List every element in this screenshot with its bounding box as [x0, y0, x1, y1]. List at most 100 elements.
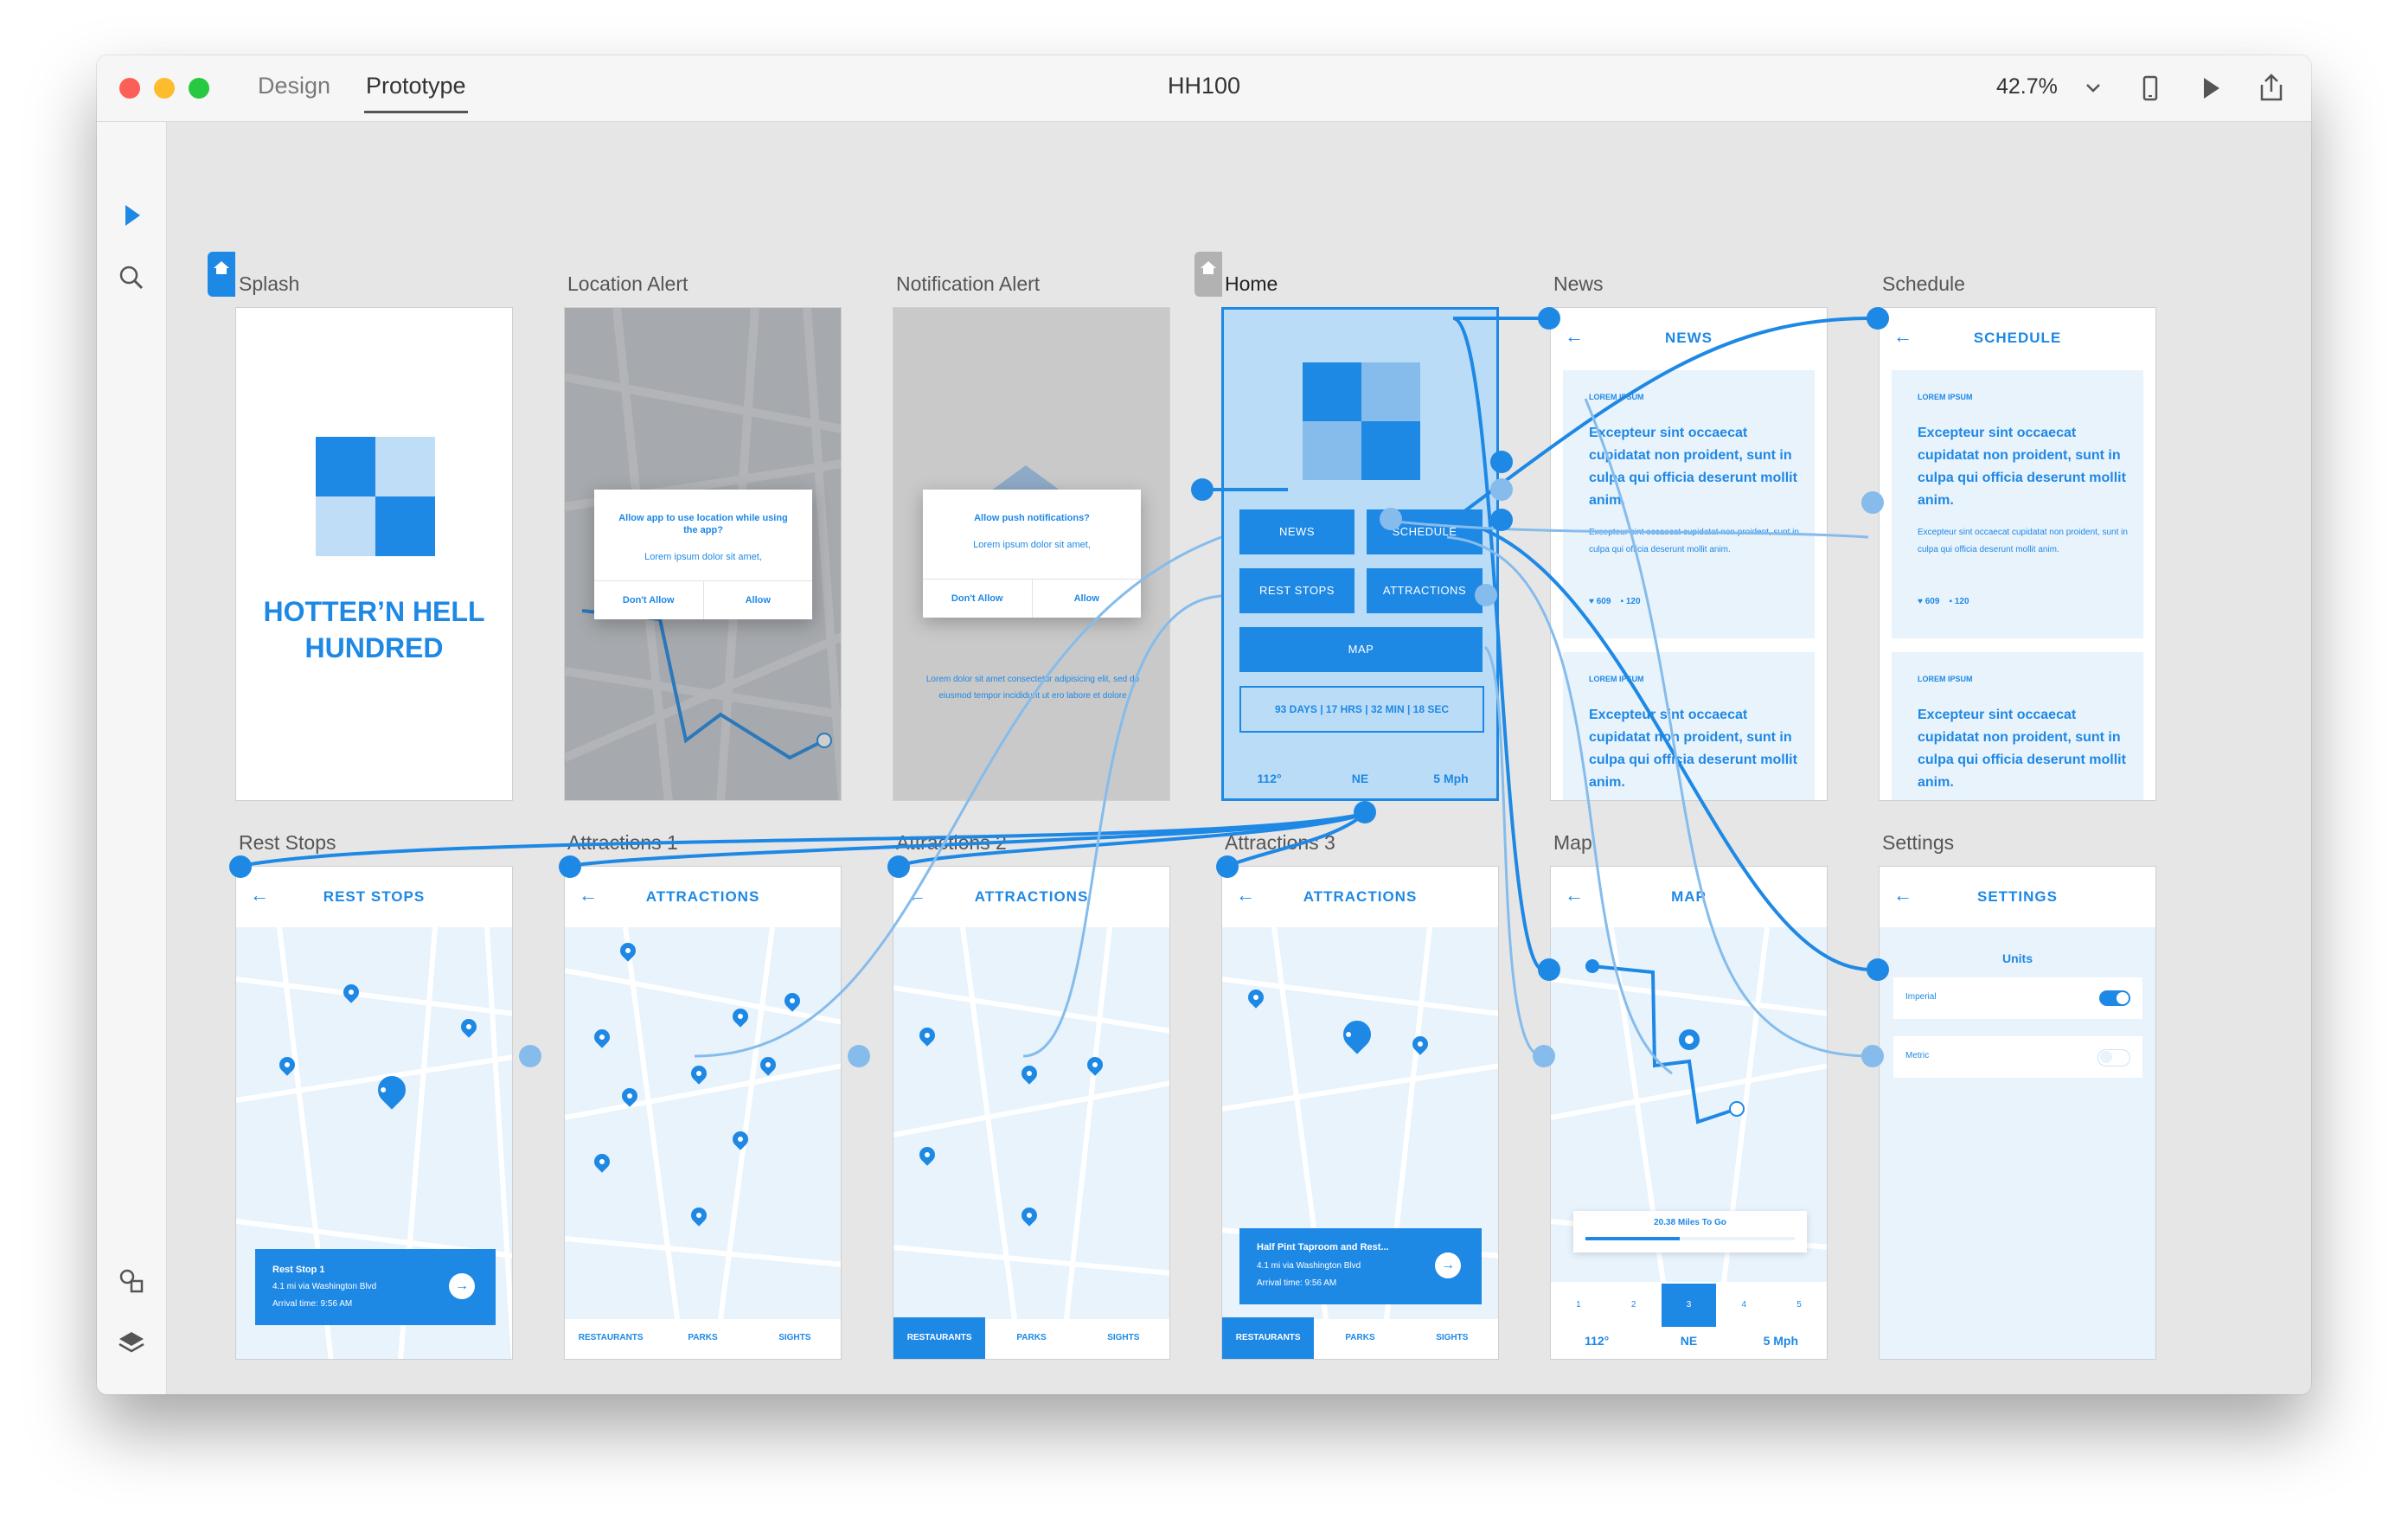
assets-icon[interactable]	[114, 1264, 149, 1298]
tab-parks[interactable]: PARKS	[1314, 1317, 1406, 1359]
artboard-label-location-alert[interactable]: Location Alert	[567, 272, 688, 296]
connection-handle[interactable]	[1490, 509, 1513, 531]
artboard-rest-stops[interactable]: ← REST STOPS Rest Stop 1 4.1 mi via Wash…	[235, 866, 513, 1360]
connection-handle[interactable]	[1490, 451, 1513, 473]
artboard-label-home[interactable]: Home	[1225, 272, 1278, 296]
artboard-label-attractions-2[interactable]: Attractions 2	[896, 831, 1007, 855]
share-icon[interactable]	[2254, 71, 2289, 106]
step-selector: 1 2 3 4 5	[1551, 1284, 1827, 1327]
chevron-down-icon[interactable]	[2076, 71, 2110, 106]
alert-body: Lorem ipsum dolor sit amet,	[973, 540, 1091, 550]
step-2[interactable]: 2	[1606, 1284, 1662, 1327]
connection-handle[interactable]	[1490, 478, 1513, 501]
connection-handle[interactable]	[887, 855, 910, 878]
artboard-label-map[interactable]: Map	[1553, 831, 1592, 855]
attractions-button[interactable]: ATTRACTIONS	[1367, 568, 1483, 613]
news-card[interactable]: LOREM IPSUM Excepteur sint occaecat cupi…	[1563, 652, 1815, 800]
artboard-label-rest-stops[interactable]: Rest Stops	[239, 831, 336, 855]
step-5[interactable]: 5	[1771, 1284, 1827, 1327]
metric-toggle[interactable]	[2097, 1049, 2130, 1067]
artboard-label-attractions-1[interactable]: Attractions 1	[567, 831, 678, 855]
setting-row-metric[interactable]: Metric	[1893, 1036, 2142, 1078]
news-card[interactable]: LOREM IPSUM Excepteur sint occaecat cupi…	[1563, 370, 1815, 638]
allow-button[interactable]: Allow	[1031, 580, 1142, 618]
rest-stops-button[interactable]: REST STOPS	[1239, 568, 1354, 613]
arrow-right-icon[interactable]: →	[1435, 1252, 1461, 1278]
connection-handle[interactable]	[559, 855, 581, 878]
map-view[interactable]	[565, 927, 841, 1319]
tab-sights[interactable]: SIGHTS	[749, 1317, 841, 1359]
tab-parks[interactable]: PARKS	[985, 1317, 1077, 1359]
dont-allow-button[interactable]: Don't Allow	[923, 580, 1032, 618]
allow-button[interactable]: Allow	[702, 581, 813, 619]
connection-handle[interactable]	[848, 1045, 870, 1067]
artboard-label-notification-alert[interactable]: Notification Alert	[896, 272, 1040, 296]
news-button[interactable]: NEWS	[1239, 509, 1354, 554]
card-headline: Excepteur sint occaecat cupidatat non pr…	[1589, 426, 1797, 508]
attraction-card[interactable]: Half Pint Taproom and Rest... 4.1 mi via…	[1239, 1228, 1482, 1304]
connection-handle[interactable]	[1380, 508, 1402, 530]
step-1[interactable]: 1	[1551, 1284, 1606, 1327]
play-icon[interactable]	[2193, 71, 2228, 106]
step-4[interactable]: 4	[1716, 1284, 1771, 1327]
step-3[interactable]: 3	[1661, 1284, 1717, 1327]
artboard-label-news[interactable]: News	[1553, 272, 1604, 296]
tab-sights[interactable]: SIGHTS	[1406, 1317, 1498, 1359]
design-canvas[interactable]: Splash Location Alert Notification Alert…	[167, 122, 2311, 1394]
tab-restaurants[interactable]: RESTAURANTS	[1222, 1317, 1315, 1359]
artboard-attractions-3[interactable]: ← ATTRACTIONS Half Pint Taproom and Rest…	[1221, 866, 1499, 1360]
artboard-label-schedule[interactable]: Schedule	[1882, 272, 1965, 296]
connection-handle[interactable]	[1216, 855, 1239, 878]
home-marker[interactable]	[208, 252, 235, 297]
rest-stop-card[interactable]: Rest Stop 1 4.1 mi via Washington Blvd A…	[255, 1249, 496, 1325]
map-button[interactable]: MAP	[1239, 627, 1483, 672]
tab-restaurants[interactable]: RESTAURANTS	[565, 1317, 656, 1359]
artboard-label-attractions-3[interactable]: Attractions 3	[1225, 831, 1335, 855]
connection-handle[interactable]	[1191, 478, 1214, 501]
tab-sights[interactable]: SIGHTS	[1078, 1317, 1169, 1359]
schedule-card[interactable]: LOREM IPSUM Excepteur sint occaecat cupi…	[1892, 652, 2143, 800]
search-icon[interactable]	[114, 260, 149, 295]
artboard-location-alert[interactable]: Allow app to use location while using th…	[564, 307, 842, 801]
dont-allow-button[interactable]: Don't Allow	[594, 581, 703, 619]
map-view[interactable]	[893, 927, 1169, 1319]
comment-icon[interactable]: ▪	[1621, 597, 1624, 606]
connection-handle[interactable]	[1861, 491, 1884, 514]
artboard-settings[interactable]: ← SETTINGS Units Imperial Metric	[1879, 866, 2156, 1360]
tab-restaurants[interactable]: RESTAURANTS	[893, 1317, 986, 1359]
artboard-splash[interactable]: HOTTER’N HELL HUNDRED	[235, 307, 513, 801]
card-body: Excepteur sint occaecat cupidatat non pr…	[1918, 528, 2128, 554]
pointer-arrow-icon[interactable]	[114, 198, 149, 233]
connection-handle[interactable]	[519, 1045, 541, 1067]
artboard-map[interactable]: ← MAP 20.38 Miles To Go 1 2 3 4 5 112° N…	[1550, 866, 1828, 1360]
heart-icon[interactable]: ♥	[1589, 597, 1594, 606]
home-marker[interactable]	[1194, 252, 1222, 297]
setting-row-imperial[interactable]: Imperial	[1893, 977, 2142, 1019]
connection-handle[interactable]	[1354, 801, 1376, 823]
connection-handle[interactable]	[1867, 958, 1889, 981]
artboard-label-settings[interactable]: Settings	[1882, 831, 1954, 855]
artboard-label-splash[interactable]: Splash	[239, 272, 299, 296]
imperial-toggle[interactable]	[2099, 990, 2130, 1006]
artboard-home[interactable]: NEWS SCHEDULE REST STOPS ATTRACTIONS MAP…	[1221, 307, 1499, 801]
zoom-level[interactable]: 42.7%	[1996, 74, 2058, 99]
tab-parks[interactable]: PARKS	[656, 1317, 748, 1359]
artboard-notification-alert[interactable]: Allow push notifications? Lorem ipsum do…	[893, 307, 1170, 801]
connection-handle[interactable]	[1533, 1045, 1555, 1067]
comment-icon[interactable]: ▪	[1950, 597, 1953, 606]
artboard-attractions-2[interactable]: ← ATTRACTIONS RESTAURANTS PARKS SIGHTS	[893, 866, 1170, 1360]
phone-preview-icon[interactable]	[2133, 71, 2168, 106]
connection-handle[interactable]	[1861, 1045, 1884, 1067]
artboard-attractions-1[interactable]: ← ATTRACTIONS RESTAURANTS PARKS SIGHTS	[564, 866, 842, 1360]
layers-icon[interactable]	[114, 1326, 149, 1361]
schedule-card[interactable]: LOREM IPSUM Excepteur sint occaecat cupi…	[1892, 370, 2143, 638]
heart-icon[interactable]: ♥	[1918, 597, 1923, 606]
connection-handle[interactable]	[229, 855, 252, 878]
artboard-news[interactable]: ← NEWS LOREM IPSUM Excepteur sint occaec…	[1550, 307, 1828, 801]
connection-handle[interactable]	[1538, 958, 1560, 981]
arrow-right-icon[interactable]: →	[449, 1273, 475, 1299]
connection-handle[interactable]	[1538, 307, 1560, 330]
connection-handle[interactable]	[1867, 307, 1889, 330]
connection-handle[interactable]	[1475, 584, 1497, 606]
artboard-schedule[interactable]: ← SCHEDULE LOREM IPSUM Excepteur sint oc…	[1879, 307, 2156, 801]
